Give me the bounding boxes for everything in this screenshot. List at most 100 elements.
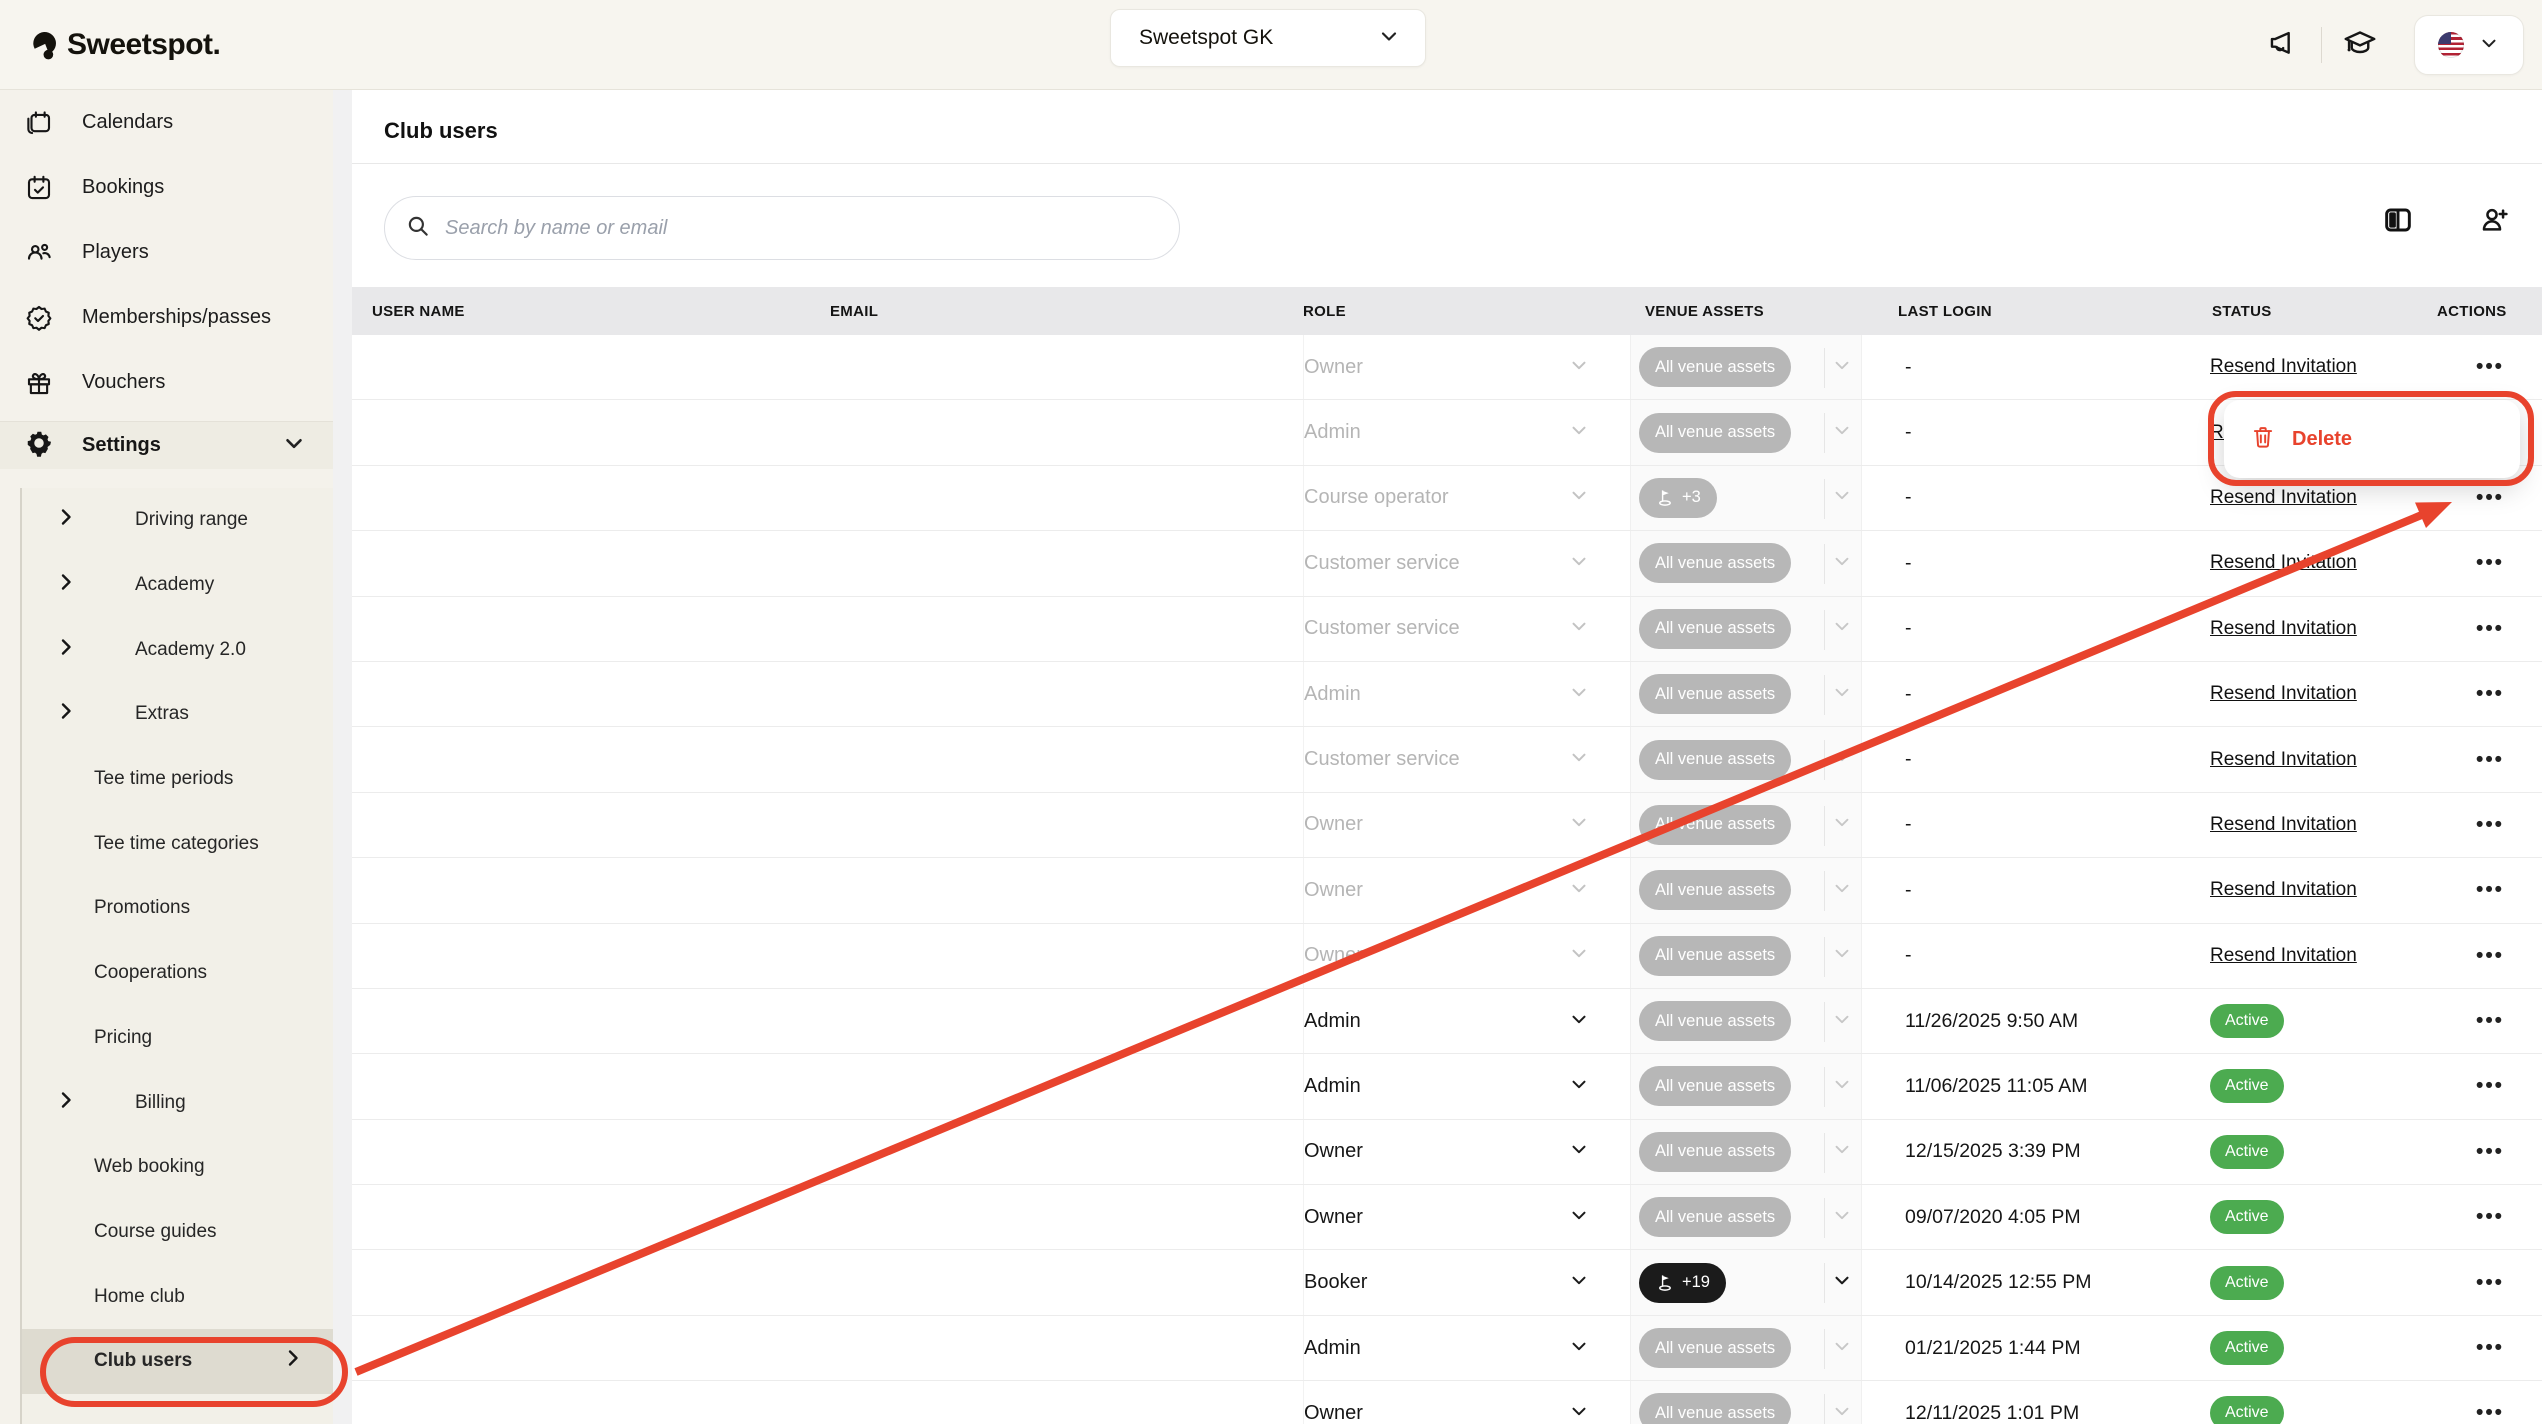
venue-assets-select[interactable]: All venue assets	[1630, 1316, 1862, 1380]
row-actions-button[interactable]: •••	[2442, 531, 2538, 595]
sidebar-item-bookings[interactable]: Bookings	[0, 155, 333, 220]
row-actions-button[interactable]: •••	[2442, 858, 2538, 922]
row-actions-button[interactable]: •••	[2442, 1185, 2538, 1249]
add-user-button[interactable]	[2474, 202, 2514, 242]
venue-assets-label: All venue assets	[1655, 423, 1775, 442]
academy-help-button[interactable]	[2328, 13, 2392, 77]
resend-invitation-link[interactable]: Resend Invitation	[2210, 487, 2357, 509]
row-actions-button[interactable]: •••	[2442, 1054, 2538, 1118]
sidebar-item-label: Academy 2.0	[135, 639, 246, 661]
sidebar-item-billing[interactable]: Billing	[22, 1070, 333, 1135]
column-settings-button[interactable]	[2378, 202, 2418, 242]
row-actions-button[interactable]: •••	[2442, 1381, 2538, 1424]
role-select[interactable]: Admin	[1303, 989, 1630, 1053]
sidebar-item-club-users[interactable]: Club users	[22, 1329, 333, 1394]
venue-assets-select[interactable]: +3	[1630, 466, 1862, 530]
row-actions-button[interactable]: •••	[2442, 1250, 2538, 1314]
resend-invitation-link[interactable]: Resend Invitation	[2210, 945, 2357, 967]
venue-assets-select[interactable]: All venue assets	[1630, 531, 1862, 595]
venue-assets-select[interactable]: +19	[1630, 1250, 1862, 1314]
role-select[interactable]: Admin	[1303, 1054, 1630, 1118]
resend-invitation-link[interactable]: Resend Invitation	[2210, 356, 2357, 378]
table-row: Customer service All venue assets - Rese…	[352, 727, 2542, 792]
role-select[interactable]: Owner	[1303, 335, 1630, 399]
sidebar-item-settings[interactable]: Settings	[0, 421, 333, 469]
resend-invitation-link[interactable]: Resend Invitation	[2210, 683, 2357, 705]
search-input[interactable]	[445, 217, 1159, 240]
venue-cell-divider	[1824, 675, 1825, 715]
role-select[interactable]: Owner	[1303, 858, 1630, 922]
role-select[interactable]: Admin	[1303, 1316, 1630, 1380]
sidebar-item-calendars[interactable]: Calendars	[0, 90, 333, 155]
role-select[interactable]: Owner	[1303, 793, 1630, 857]
delete-menu-item[interactable]: Delete	[2292, 428, 2352, 451]
role-select[interactable]: Course operator	[1303, 466, 1630, 530]
sidebar-item-academy-2-0[interactable]: Academy 2.0	[22, 617, 333, 682]
venue-assets-pill: All venue assets	[1639, 1132, 1791, 1172]
role-select[interactable]: Owner	[1303, 924, 1630, 988]
sidebar-item-cooperations[interactable]: Cooperations	[22, 941, 333, 1006]
sidebar-item-driving-range[interactable]: Driving range	[22, 488, 333, 553]
venue-assets-label: All venue assets	[1655, 1339, 1775, 1358]
announcements-button[interactable]	[2251, 13, 2315, 77]
language-selector[interactable]	[2414, 15, 2524, 75]
row-actions-button[interactable]: •••	[2442, 924, 2538, 988]
row-actions-button[interactable]: •••	[2442, 793, 2538, 857]
venue-assets-select[interactable]: All venue assets	[1630, 1054, 1862, 1118]
row-actions-button[interactable]: •••	[2442, 1316, 2538, 1380]
resend-invitation-link[interactable]: Resend Invitation	[2210, 552, 2357, 574]
sidebar-item-pricing[interactable]: Pricing	[22, 1006, 333, 1071]
role-select[interactable]: Admin	[1303, 400, 1630, 464]
club-selector-dropdown[interactable]: Sweetspot GK	[1110, 9, 1426, 67]
last-login-value: 12/11/2025 1:01 PM	[1905, 1381, 2079, 1424]
row-actions-button[interactable]: •••	[2442, 727, 2538, 791]
venue-assets-select[interactable]: All venue assets	[1630, 335, 1862, 399]
chevron-right-icon	[54, 505, 78, 535]
role-select[interactable]: Customer service	[1303, 597, 1630, 661]
venue-assets-select[interactable]: All venue assets	[1630, 1381, 1862, 1424]
venue-assets-select[interactable]: All venue assets	[1630, 400, 1862, 464]
role-select[interactable]: Booker	[1303, 1250, 1630, 1314]
role-select[interactable]: Owner	[1303, 1381, 1630, 1424]
sidebar-item-course-guides[interactable]: Course guides	[22, 1200, 333, 1265]
chevron-down-icon	[1377, 24, 1401, 53]
role-select[interactable]: Customer service	[1303, 531, 1630, 595]
role-select[interactable]: Admin	[1303, 662, 1630, 726]
resend-invitation-link[interactable]: Resend Invitation	[2210, 749, 2357, 771]
sidebar-item-tee-time-categories[interactable]: Tee time categories	[22, 811, 333, 876]
venue-assets-select[interactable]: All venue assets	[1630, 858, 1862, 922]
row-actions-button[interactable]: •••	[2442, 1120, 2538, 1184]
role-select[interactable]: Owner	[1303, 1120, 1630, 1184]
resend-invitation-link[interactable]: Resend Invitation	[2210, 814, 2357, 836]
role-value: Owner	[1304, 1206, 1363, 1229]
venue-assets-select[interactable]: All venue assets	[1630, 727, 1862, 791]
venue-assets-select[interactable]: All venue assets	[1630, 989, 1862, 1053]
sidebar-item-players[interactable]: Players	[0, 220, 333, 285]
sidebar-item-promotions[interactable]: Promotions	[22, 876, 333, 941]
row-actions-button[interactable]: •••	[2442, 597, 2538, 661]
row-actions-button[interactable]: •••	[2442, 662, 2538, 726]
venue-assets-select[interactable]: All venue assets	[1630, 924, 1862, 988]
sidebar-item-extras[interactable]: Extras	[22, 682, 333, 747]
resend-invitation-link[interactable]: Resend Invitation	[2210, 879, 2357, 901]
user-plus-icon	[2478, 204, 2510, 241]
venue-assets-select[interactable]: All venue assets	[1630, 1185, 1862, 1249]
sidebar-item-academy[interactable]: Academy	[22, 553, 333, 618]
sidebar-item-home-club[interactable]: Home club	[22, 1264, 333, 1329]
venue-assets-select[interactable]: All venue assets	[1630, 793, 1862, 857]
role-select[interactable]: Owner	[1303, 1185, 1630, 1249]
venue-assets-select[interactable]: All venue assets	[1630, 597, 1862, 661]
role-select[interactable]: Customer service	[1303, 727, 1630, 791]
chevron-down-icon	[1568, 550, 1590, 577]
row-actions-button[interactable]: •••	[2442, 335, 2538, 399]
sidebar-item-memberships-passes[interactable]: Memberships/passes	[0, 285, 333, 350]
venue-assets-select[interactable]: All venue assets	[1630, 1120, 1862, 1184]
sidebar-item-tee-time-periods[interactable]: Tee time periods	[22, 747, 333, 812]
chevron-down-icon	[1568, 746, 1590, 773]
venue-assets-select[interactable]: All venue assets	[1630, 662, 1862, 726]
resend-invitation-link[interactable]: Resend Invitation	[2210, 618, 2357, 640]
sidebar-item-vouchers[interactable]: Vouchers	[0, 350, 333, 415]
row-actions-button[interactable]: •••	[2442, 989, 2538, 1053]
context-menu[interactable]: Delete	[2224, 400, 2520, 478]
sidebar-item-web-booking[interactable]: Web booking	[22, 1135, 333, 1200]
